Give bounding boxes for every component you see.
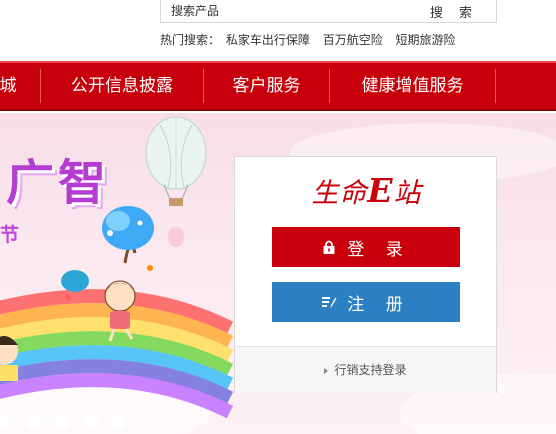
panel-footer: 行销支持登录 (235, 346, 496, 393)
hot-search-label: 热门搜索： (160, 33, 221, 47)
search-button[interactable]: 搜 索 (430, 0, 478, 22)
search-box: 搜 索 (160, 0, 497, 23)
agent-login-link[interactable]: 行销支持登录 (235, 347, 496, 394)
nav-item-customer-service[interactable]: 客户服务 (204, 63, 329, 109)
carousel-dot[interactable] (27, 415, 41, 429)
hot-search-link-car[interactable]: 私家车出行保障 (226, 33, 310, 47)
search-input[interactable] (161, 0, 421, 22)
register-button[interactable]: 注 册 (272, 282, 460, 322)
login-panel: 生命E站 登 录 注 册 行销支持登录 (234, 156, 497, 393)
lock-icon (323, 240, 335, 254)
hot-search-link-travel[interactable]: 短期旅游险 (396, 33, 456, 47)
hot-search: 热门搜索： 私家车出行保障 百万航空险 短期旅游险 (160, 31, 465, 48)
balloon-icon (145, 116, 207, 206)
logo-e: E (367, 171, 394, 210)
login-label: 登 录 (347, 239, 411, 260)
hot-search-link-flight[interactable]: 百万航空险 (323, 33, 383, 47)
carousel-dot[interactable] (56, 415, 70, 429)
nav-divider (495, 69, 496, 103)
banner-title: 广智 (6, 155, 111, 211)
reading-child-figure (0, 336, 18, 381)
life-e-station-logo: 生命E站 (235, 171, 498, 210)
nav-item-health-services[interactable]: 健康增值服务 (330, 63, 495, 109)
agent-login-label: 行销支持登录 (334, 363, 407, 377)
logo-suffix: 站 (393, 178, 422, 209)
register-label: 注 册 (347, 294, 411, 315)
carousel-dot[interactable] (84, 415, 98, 429)
edit-list-icon (322, 297, 337, 308)
carousel-dot[interactable] (112, 415, 126, 429)
main-nav: 城 公开信息披露 客户服务 健康增值服务 (0, 61, 556, 111)
nav-item-mall[interactable]: 城 (0, 63, 20, 109)
login-button[interactable]: 登 录 (272, 227, 460, 267)
logo-prefix: 生命 (311, 178, 368, 209)
triangle-right-icon (324, 367, 329, 374)
tree (61, 206, 154, 292)
banner-subtitle: 节 (0, 224, 20, 246)
nav-item-disclosure[interactable]: 公开信息披露 (41, 63, 203, 109)
